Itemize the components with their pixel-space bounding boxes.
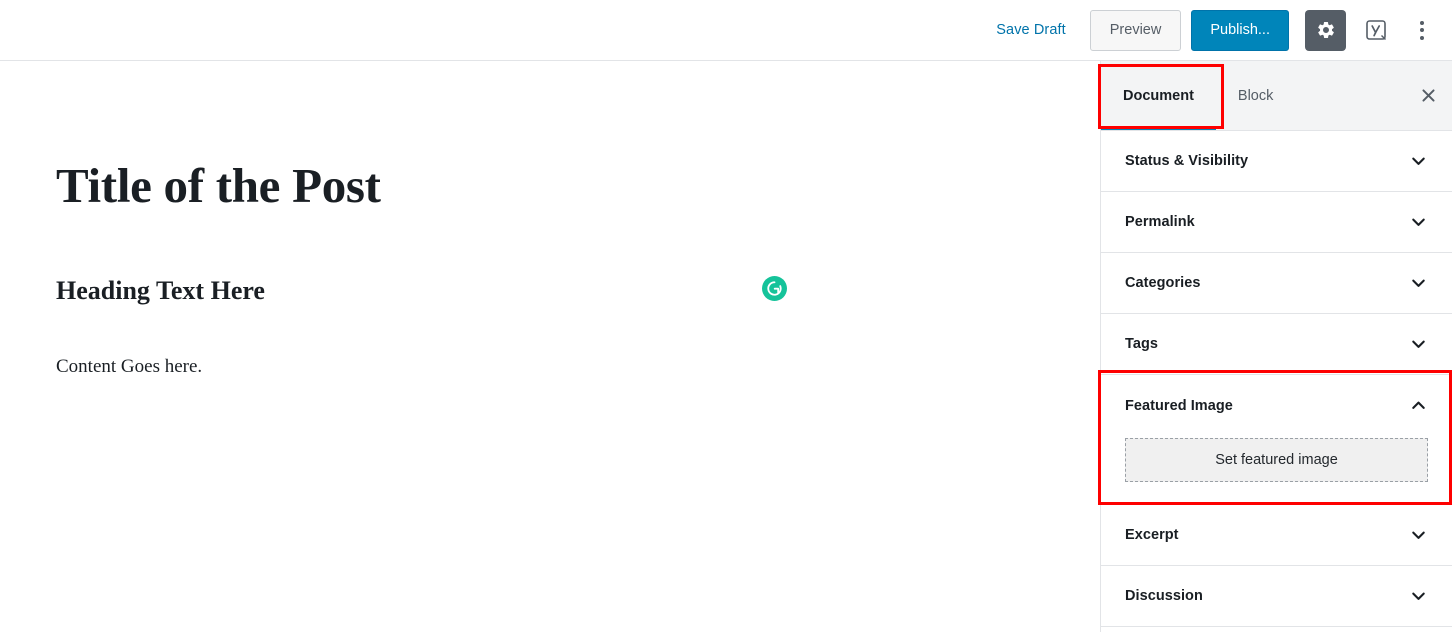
tab-block-label: Block xyxy=(1237,87,1274,104)
kebab-menu-icon-dot xyxy=(1420,35,1424,40)
chevron-down-icon xyxy=(1409,274,1428,293)
chevron-down-icon xyxy=(1409,335,1428,354)
panel-excerpt-label: Excerpt xyxy=(1125,527,1179,543)
tab-block[interactable]: Block xyxy=(1216,61,1295,130)
panel-status-visibility[interactable]: Status & Visibility xyxy=(1101,131,1452,192)
kebab-menu-icon-dot xyxy=(1420,28,1424,32)
yoast-seo-icon xyxy=(1363,17,1389,43)
panel-tags-label: Tags xyxy=(1125,336,1158,352)
yoast-seo-button[interactable] xyxy=(1356,10,1396,51)
panel-status-visibility-label: Status & Visibility xyxy=(1125,153,1249,169)
post-paragraph-block[interactable]: Content Goes here. xyxy=(56,357,202,376)
post-title-field[interactable]: Title of the Post xyxy=(56,161,381,210)
chevron-up-icon xyxy=(1409,396,1428,415)
panel-tags[interactable]: Tags xyxy=(1101,314,1452,375)
panel-featured-image-body: Set featured image xyxy=(1101,436,1452,504)
gear-icon xyxy=(1316,20,1336,40)
panel-featured-image-header[interactable]: Featured Image xyxy=(1101,375,1452,436)
panel-excerpt[interactable]: Excerpt xyxy=(1101,505,1452,566)
panel-categories[interactable]: Categories xyxy=(1101,253,1452,314)
panel-featured-image-label: Featured Image xyxy=(1125,397,1233,414)
save-draft-button[interactable]: Save Draft xyxy=(986,16,1076,44)
close-icon xyxy=(1421,88,1436,103)
panel-discussion-label: Discussion xyxy=(1125,588,1203,604)
post-editor-canvas[interactable]: Title of the Post Heading Text Here Cont… xyxy=(0,61,1100,632)
publish-button[interactable]: Publish... xyxy=(1191,9,1289,51)
panel-featured-image: Featured Image Set featured image xyxy=(1101,375,1452,505)
close-sidebar-button[interactable] xyxy=(1404,61,1452,130)
editor-settings-sidebar: Document Block Status & Visibility Perma… xyxy=(1100,61,1452,632)
chevron-down-icon xyxy=(1409,152,1428,171)
editor-header-toolbar: Save Draft Preview Publish... xyxy=(0,0,1452,61)
post-heading-block[interactable]: Heading Text Here xyxy=(56,278,265,304)
grammarly-icon[interactable] xyxy=(762,276,787,301)
header-actions-group: Save Draft Preview Publish... xyxy=(986,9,1452,51)
panel-discussion[interactable]: Discussion xyxy=(1101,566,1452,627)
set-featured-image-button[interactable]: Set featured image xyxy=(1125,438,1428,482)
settings-gear-button[interactable] xyxy=(1305,9,1346,51)
chevron-down-icon xyxy=(1409,213,1428,232)
wordpress-block-editor: Save Draft Preview Publish... Title of t… xyxy=(0,0,1452,632)
more-options-button[interactable] xyxy=(1404,10,1440,51)
preview-button[interactable]: Preview xyxy=(1089,9,1182,51)
chevron-down-icon xyxy=(1409,526,1428,545)
chevron-down-icon xyxy=(1409,587,1428,606)
kebab-menu-icon xyxy=(1420,20,1424,25)
panel-categories-label: Categories xyxy=(1125,275,1201,291)
panel-permalink-label: Permalink xyxy=(1125,214,1195,230)
sidebar-tabbar: Document Block xyxy=(1101,61,1452,131)
panel-permalink[interactable]: Permalink xyxy=(1101,192,1452,253)
tab-document-label: Document xyxy=(1123,87,1194,104)
tab-document[interactable]: Document xyxy=(1101,61,1216,130)
